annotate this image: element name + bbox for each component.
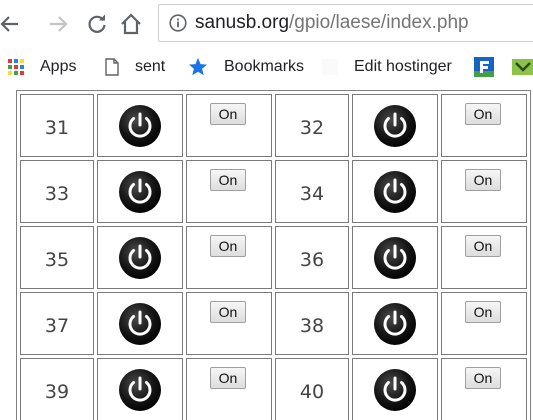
on-button-cell: On xyxy=(441,226,527,289)
pin-number: 38 xyxy=(299,314,325,337)
power-icon[interactable] xyxy=(118,104,162,148)
pin-number: 40 xyxy=(299,380,325,403)
back-arrow-icon xyxy=(0,16,18,32)
browser-window: sanusb.org/gpio/laese/index.php Apps sen… xyxy=(0,0,533,420)
power-icon-cell xyxy=(352,94,438,157)
bookmark-sent[interactable]: sent xyxy=(105,48,165,86)
gpio-row: 31 On 32 On xyxy=(20,94,527,157)
power-icon[interactable] xyxy=(373,236,417,280)
on-button[interactable]: On xyxy=(209,367,247,389)
f-favicon xyxy=(474,57,494,77)
pin-number-cell: 35 xyxy=(20,226,94,289)
bookmarks-bar: Apps sent Bookmarks Edit hostinger xyxy=(0,48,533,86)
power-icon-cell xyxy=(97,292,183,355)
power-icon-cell xyxy=(97,160,183,223)
bookmark-label: sent xyxy=(135,58,166,75)
info-icon[interactable] xyxy=(169,14,187,32)
gpio-row: 39 On 40 On xyxy=(20,358,527,420)
pin-number-cell: 40 xyxy=(275,358,349,420)
reload-button[interactable] xyxy=(82,6,112,42)
apps-grid-icon xyxy=(8,59,24,75)
on-button[interactable]: On xyxy=(209,103,247,125)
power-icon-cell xyxy=(352,160,438,223)
pin-number-cell: 34 xyxy=(275,160,349,223)
bookmark-edit-hostinger[interactable]: Edit hostinger xyxy=(322,48,452,86)
url-host: sanusb.org xyxy=(195,12,290,33)
power-icon-cell xyxy=(97,94,183,157)
on-button-cell: On xyxy=(186,292,272,355)
power-icon[interactable] xyxy=(118,302,162,346)
power-icon-cell xyxy=(352,226,438,289)
gpio-table: 31 On 32 On 33 On 34 On 35 On 36 On 37 On 38 On 39 On 40 On xyxy=(16,90,531,420)
on-button-cell: On xyxy=(186,94,272,157)
pin-number: 39 xyxy=(44,380,70,403)
page-content: 31 On 32 On 33 On 34 On 35 On 36 On 37 On 38 On 39 On 40 On xyxy=(0,86,533,420)
on-button-cell: On xyxy=(441,292,527,355)
bookmark-green-site[interactable] xyxy=(512,48,533,86)
green-favicon xyxy=(512,59,533,75)
back-button[interactable] xyxy=(0,6,24,42)
power-icon-cell xyxy=(97,226,183,289)
power-icon-cell xyxy=(352,358,438,420)
power-icon[interactable] xyxy=(373,104,417,148)
power-icon-cell xyxy=(352,292,438,355)
address-bar[interactable]: sanusb.org/gpio/laese/index.php xyxy=(158,4,533,42)
power-icon[interactable] xyxy=(118,170,162,214)
home-button[interactable] xyxy=(116,6,146,42)
on-button-cell: On xyxy=(441,94,527,157)
pin-number-cell: 31 xyxy=(20,94,94,157)
pin-number: 33 xyxy=(44,182,70,205)
home-icon xyxy=(121,13,141,35)
bookmark-apps[interactable]: Apps xyxy=(8,48,76,86)
on-button[interactable]: On xyxy=(464,367,502,389)
power-icon[interactable] xyxy=(373,368,417,412)
on-button[interactable]: On xyxy=(209,235,247,257)
reload-icon xyxy=(88,14,106,33)
gpio-row: 37 On 38 On xyxy=(20,292,527,355)
star-icon xyxy=(189,58,207,76)
on-button-cell: On xyxy=(441,160,527,223)
power-icon[interactable] xyxy=(373,302,417,346)
on-button-cell: On xyxy=(186,358,272,420)
pin-number: 37 xyxy=(44,314,70,337)
bookmark-bookmarks[interactable]: Bookmarks xyxy=(188,48,304,86)
pin-number-cell: 38 xyxy=(275,292,349,355)
browser-toolbar: sanusb.org/gpio/laese/index.php xyxy=(0,0,533,48)
on-button[interactable]: On xyxy=(209,301,247,323)
gpio-row: 35 On 36 On xyxy=(20,226,527,289)
forward-button[interactable] xyxy=(44,6,74,42)
bookmark-f-site[interactable] xyxy=(474,48,494,86)
on-button-cell: On xyxy=(186,226,272,289)
url-text: sanusb.org/gpio/laese/index.php xyxy=(195,12,469,34)
pin-number: 31 xyxy=(44,116,70,139)
on-button[interactable]: On xyxy=(464,103,502,125)
url-path: /gpio/laese/index.php xyxy=(289,12,469,33)
forward-arrow-icon xyxy=(50,16,68,32)
bookmark-label: Apps xyxy=(40,58,77,75)
pin-number: 36 xyxy=(299,248,325,271)
on-button[interactable]: On xyxy=(464,235,502,257)
on-button[interactable]: On xyxy=(464,301,502,323)
power-icon[interactable] xyxy=(373,170,417,214)
pin-number-cell: 32 xyxy=(275,94,349,157)
power-icon[interactable] xyxy=(118,368,162,412)
on-button-cell: On xyxy=(441,358,527,420)
pin-number: 34 xyxy=(299,182,325,205)
power-icon-cell xyxy=(97,358,183,420)
page-icon xyxy=(105,58,119,76)
on-button-cell: On xyxy=(186,160,272,223)
on-button[interactable]: On xyxy=(209,169,247,191)
on-button[interactable]: On xyxy=(464,169,502,191)
bookmark-label: Bookmarks xyxy=(224,58,305,75)
pin-number: 32 xyxy=(299,116,325,139)
pin-number-cell: 36 xyxy=(275,226,349,289)
power-icon[interactable] xyxy=(118,236,162,280)
gpio-row: 33 On 34 On xyxy=(20,160,527,223)
pin-number: 35 xyxy=(44,248,70,271)
bookmark-label: Edit hostinger xyxy=(354,58,452,75)
pin-number-cell: 37 xyxy=(20,292,94,355)
blank-favicon xyxy=(322,59,338,75)
pin-number-cell: 39 xyxy=(20,358,94,420)
pin-number-cell: 33 xyxy=(20,160,94,223)
